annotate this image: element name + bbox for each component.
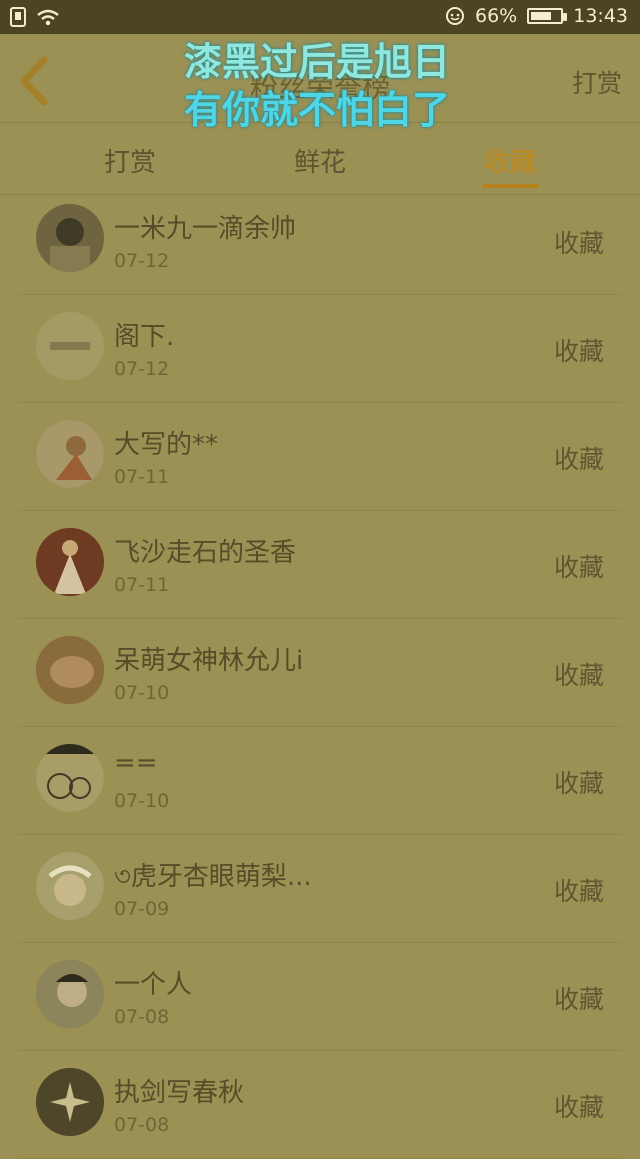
action-label: 收藏	[553, 985, 604, 1014]
avatar	[36, 852, 104, 920]
battery-percent: 66%	[475, 5, 518, 27]
date: 07-10	[114, 790, 170, 812]
tab-favorites[interactable]: 收藏	[450, 142, 570, 179]
date: 07-12	[114, 358, 170, 380]
action-label: 收藏	[553, 877, 604, 906]
tab-flowers[interactable]: 鲜花	[260, 142, 380, 179]
user-name: 呆萌女神林允儿i	[114, 646, 304, 676]
battery-icon	[527, 8, 568, 24]
action-label: 收藏	[553, 445, 604, 474]
list-item[interactable]: 执剑写春秋 07-08 收藏	[18, 1050, 622, 1159]
list-item[interactable]: 飞沙走石的圣香 07-11 收藏	[18, 510, 622, 619]
user-name: 阁下.	[114, 322, 175, 352]
date: 07-11	[114, 574, 170, 596]
action-label: 收藏	[553, 553, 604, 582]
notification-icon	[10, 7, 26, 27]
avatar	[36, 1068, 104, 1136]
user-name: ==	[114, 748, 158, 778]
user-name: 执剑写春秋	[114, 1078, 245, 1108]
list-item[interactable]: 一米九一滴余帅 07-12 收藏	[18, 186, 622, 295]
list-item[interactable]: 一个人 07-08 收藏	[18, 942, 622, 1051]
date: 07-12	[114, 250, 170, 272]
list-item[interactable]: 大写的** 07-11 收藏	[18, 402, 622, 511]
emoji-status-icon	[446, 7, 464, 25]
list-item[interactable]: 阁下. 07-12 收藏	[18, 294, 622, 403]
date: 07-09	[114, 898, 170, 920]
tab-reward[interactable]: 打赏	[70, 142, 190, 179]
action-label: 收藏	[553, 337, 604, 366]
action-label: 收藏	[553, 661, 604, 690]
date: 07-11	[114, 466, 170, 488]
status-bar: 66% 13:43	[0, 0, 640, 34]
avatar	[36, 636, 104, 704]
user-name: ৩虎牙杏眼萌梨...	[114, 862, 312, 892]
reward-button[interactable]: 打赏	[572, 64, 622, 100]
avatar	[36, 528, 104, 596]
list-item[interactable]: 呆萌女神林允儿i 07-10 收藏	[18, 618, 622, 727]
date: 07-08	[114, 1006, 170, 1028]
user-name: 飞沙走石的圣香	[114, 538, 297, 568]
list-item[interactable]: == 07-10 收藏	[18, 726, 622, 835]
avatar	[36, 312, 104, 380]
overlay-caption: 漆黑过后是旭日 有你就不怕白了	[184, 38, 450, 134]
date: 07-08	[114, 1114, 170, 1136]
avatar	[36, 744, 104, 812]
clock: 13:43	[573, 5, 628, 27]
avatar	[36, 420, 104, 488]
overlay-line-1: 漆黑过后是旭日	[184, 40, 451, 84]
overlay-line-2: 有你就不怕白了	[184, 88, 451, 132]
user-name: 大写的**	[114, 430, 219, 460]
list-item[interactable]: ৩虎牙杏眼萌梨... 07-09 收藏	[18, 834, 622, 943]
date: 07-10	[114, 682, 170, 704]
avatar	[36, 960, 104, 1028]
action-label: 收藏	[553, 1093, 604, 1122]
user-name: 一个人	[114, 970, 193, 1000]
wifi-icon	[37, 9, 59, 26]
action-label: 收藏	[553, 229, 604, 258]
avatar	[36, 204, 104, 272]
user-name: 一米九一滴余帅	[114, 214, 297, 244]
action-label: 收藏	[553, 769, 604, 798]
